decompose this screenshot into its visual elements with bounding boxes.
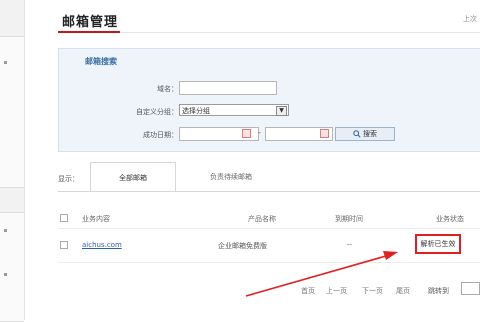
annotation-arrow (245, 251, 398, 297)
